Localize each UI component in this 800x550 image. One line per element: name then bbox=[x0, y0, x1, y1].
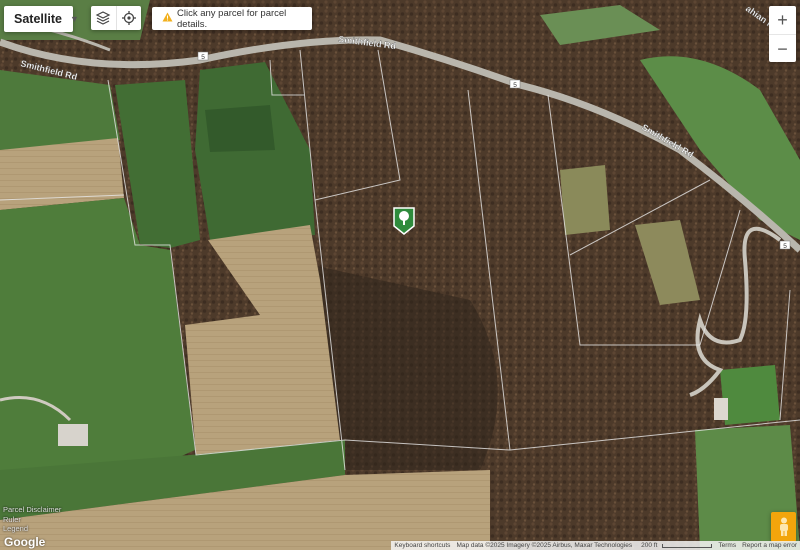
attribution-bar: Keyboard shortcuts Map data ©2025 Imager… bbox=[391, 541, 800, 550]
field-right-lower bbox=[720, 365, 780, 425]
scale-indicator[interactable]: 200 ft bbox=[635, 541, 715, 550]
target-icon[interactable] bbox=[115, 6, 142, 30]
scale-label: 200 ft bbox=[641, 542, 658, 549]
road-shield: 5 bbox=[779, 240, 791, 250]
road-shield: 5 bbox=[509, 79, 521, 89]
map-overlay-links: Parcel Disclaimer Ruler Legend bbox=[3, 505, 61, 534]
svg-text:5: 5 bbox=[783, 243, 787, 250]
layer-controls bbox=[91, 6, 141, 30]
field-center-dark bbox=[205, 105, 275, 152]
parcel-hint-banner: Click any parcel for parcel details. bbox=[152, 7, 312, 30]
house-right bbox=[714, 398, 728, 420]
satellite-map[interactable]: Smithfield Rd Smithfield Rd Smithfield R… bbox=[0, 0, 800, 550]
zoom-out-button[interactable]: − bbox=[769, 34, 796, 63]
road-shield: 5 bbox=[197, 51, 209, 61]
google-logo: Google bbox=[4, 535, 46, 549]
keyboard-shortcuts-link[interactable]: Keyboard shortcuts bbox=[391, 541, 453, 550]
legend-link[interactable]: Legend bbox=[3, 524, 61, 534]
svg-text:5: 5 bbox=[201, 54, 205, 61]
ruler-link[interactable]: Ruler bbox=[3, 515, 61, 525]
caret-down-icon: ▼ bbox=[69, 14, 79, 24]
zoom-in-button[interactable]: + bbox=[769, 6, 796, 34]
terms-link[interactable]: Terms bbox=[715, 541, 739, 550]
parcel-disclaimer-link[interactable]: Parcel Disclaimer bbox=[3, 505, 61, 515]
map-type-label: Satellite bbox=[14, 12, 62, 26]
report-error-link[interactable]: Report a map error bbox=[739, 541, 800, 550]
clearing-1 bbox=[560, 165, 610, 235]
svg-text:5: 5 bbox=[513, 82, 517, 89]
zoom-controls: + − bbox=[769, 6, 796, 62]
warning-icon bbox=[162, 12, 173, 25]
map-data-text: Map data ©2025 Imagery ©2025 Airbus, Max… bbox=[456, 542, 633, 549]
pegman-icon[interactable] bbox=[771, 512, 796, 542]
house-left bbox=[58, 424, 88, 446]
scale-bar bbox=[662, 543, 713, 548]
layers-icon[interactable] bbox=[91, 6, 116, 30]
hint-text: Click any parcel for parcel details. bbox=[177, 7, 287, 30]
map-type-dropdown[interactable]: Satellite ▼ bbox=[4, 6, 79, 32]
